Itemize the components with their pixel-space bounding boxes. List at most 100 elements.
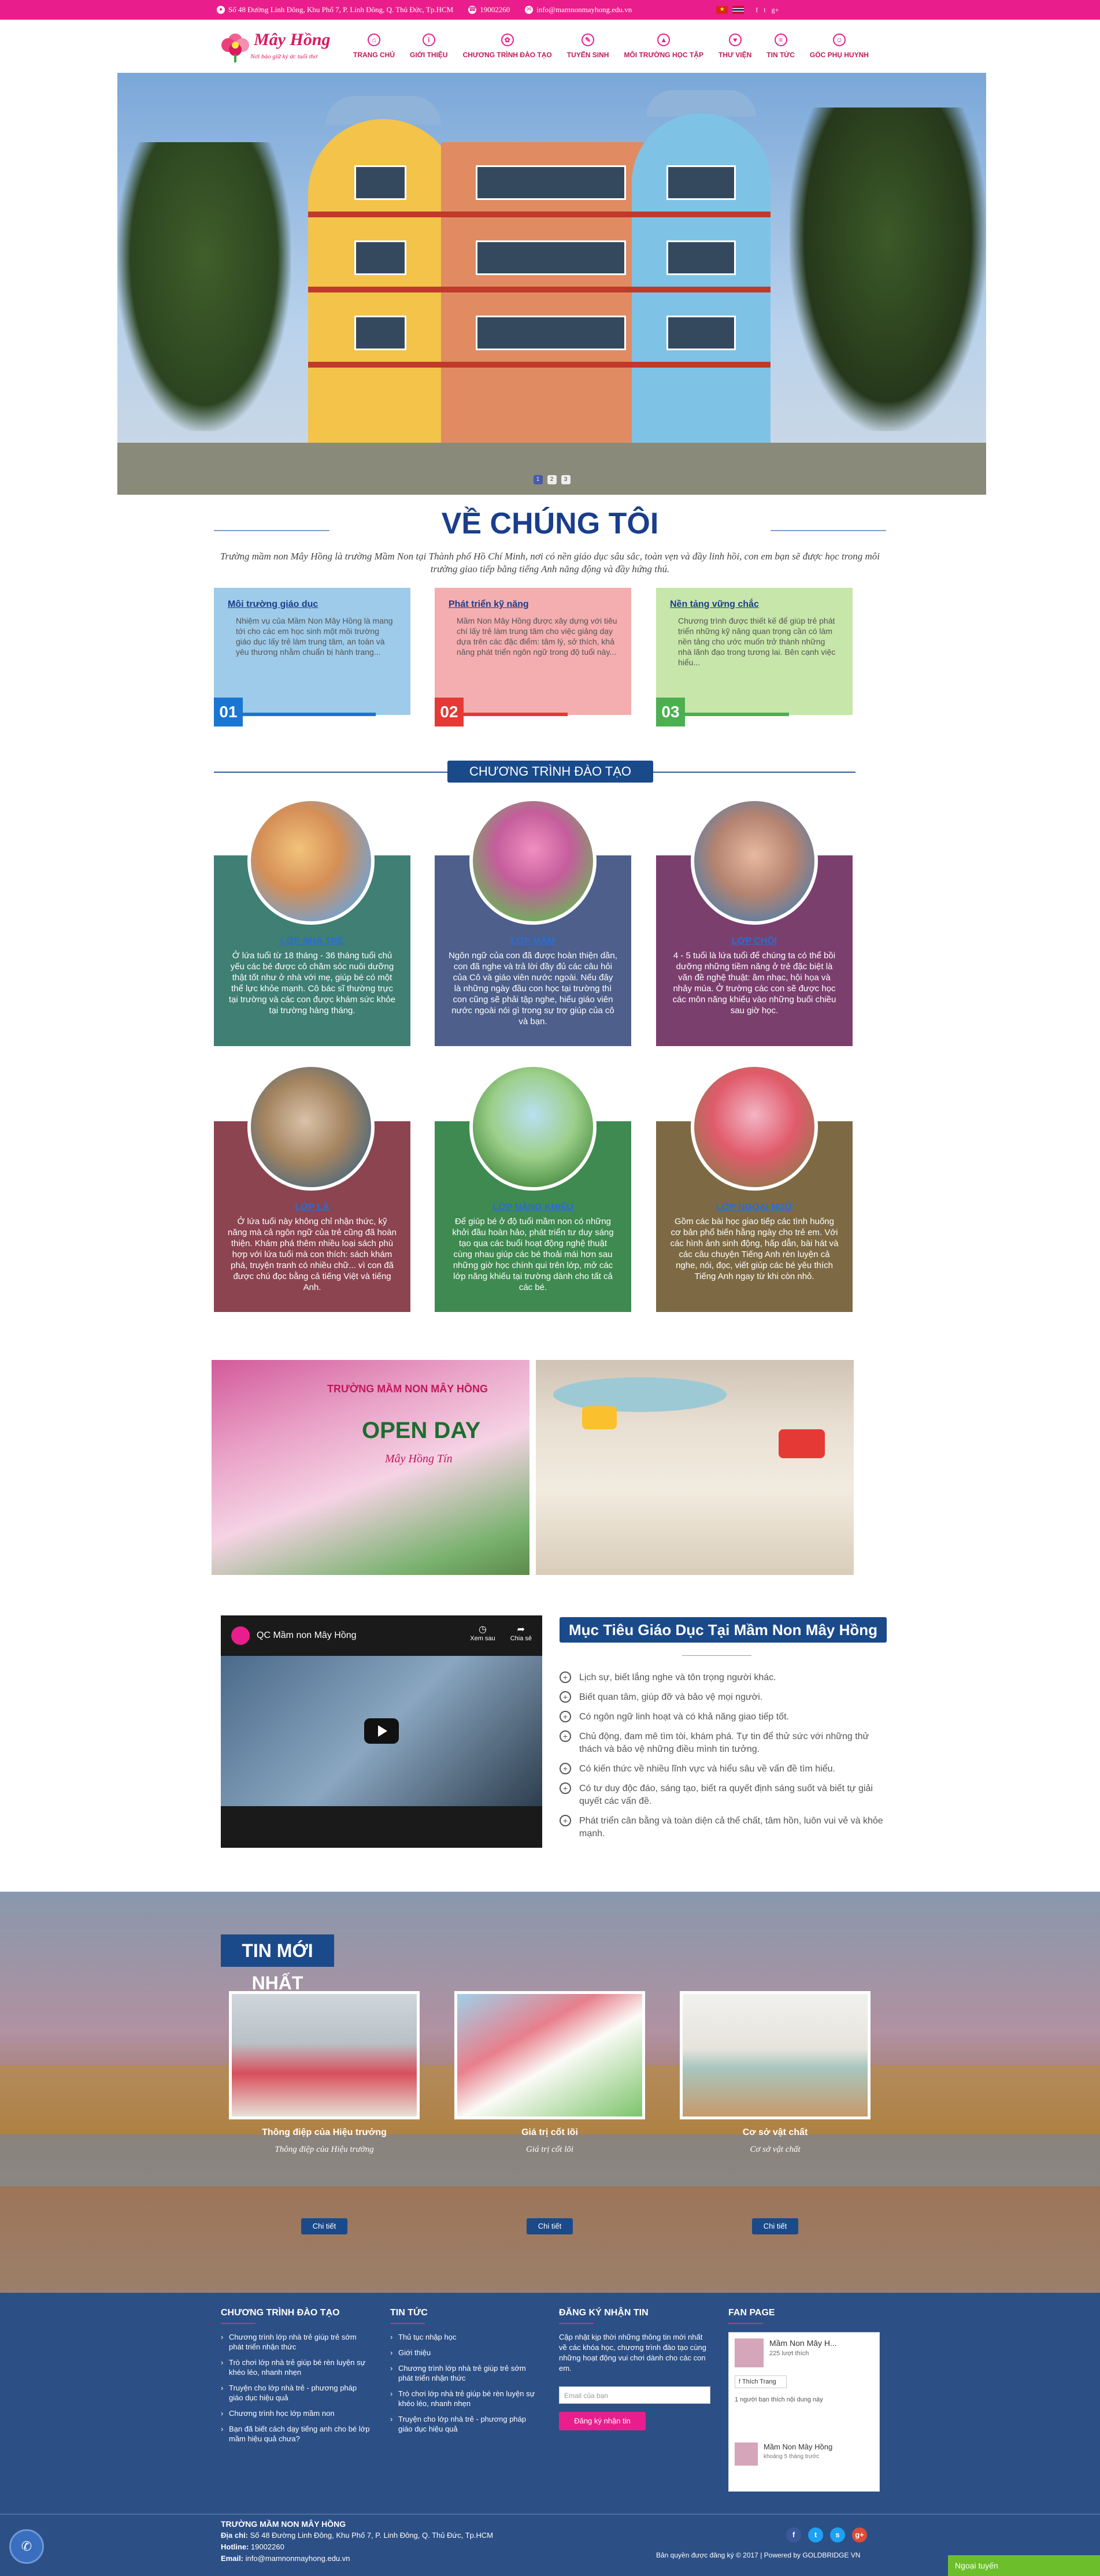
- footer-link[interactable]: Truyện cho lớp nhà trẻ - phương pháp giá…: [390, 2414, 540, 2434]
- site-logo[interactable]: Mây Hồng Nơi bảo giữ ký ức tuổi thơ: [217, 23, 341, 69]
- about-box-2[interactable]: Phát triển kỹ năng Mầm Non Mây Hồng được…: [435, 588, 631, 727]
- newsletter-email-input[interactable]: Email của bạn: [559, 2386, 710, 2404]
- parents-icon: ☺: [832, 34, 846, 46]
- play-button[interactable]: [364, 1718, 399, 1744]
- program-title[interactable]: LỚP CHỒI: [656, 936, 853, 947]
- news-card-title[interactable]: Thông điệp của Hiệu trưởng: [229, 2127, 420, 2138]
- facebook-icon[interactable]: f: [786, 2527, 801, 2542]
- channel-avatar[interactable]: [231, 1626, 250, 1645]
- chat-icon[interactable]: ✆: [9, 2529, 44, 2564]
- nav-item-parents[interactable]: ☺ GÓC PHỤ HUYNH: [802, 34, 876, 59]
- about-box-title[interactable]: Nền tảng vững chắc: [670, 599, 839, 610]
- offline-chat-bar[interactable]: Ngoại tuyến: [948, 2555, 1100, 2576]
- program-title[interactable]: LỚP NĂNG KHIẾU: [435, 1202, 631, 1213]
- news-image[interactable]: [680, 1991, 871, 2119]
- google-plus-icon[interactable]: g+: [852, 2527, 867, 2542]
- news-card-title[interactable]: Giá trị cốt lõi: [454, 2127, 645, 2138]
- footer-info: TRƯỜNG MẦM NON MÂY HỒNG Địa chỉ: Số 48 Đ…: [221, 2519, 494, 2563]
- goals-title: Mục Tiêu Giáo Dục Tại Mầm Non Mây Hồng: [560, 1617, 887, 1643]
- fb-like-button[interactable]: f Thích Trang: [735, 2375, 787, 2388]
- footer-link[interactable]: Thủ tục nhập học: [390, 2332, 540, 2342]
- about-box-number: 01: [214, 698, 243, 727]
- news-image[interactable]: [229, 1991, 420, 2119]
- program-title[interactable]: LỚP NHÀ TRẺ: [214, 936, 410, 947]
- fb-post-name[interactable]: Mầm Non Mây Hồng: [764, 2442, 832, 2451]
- news-image[interactable]: [454, 1991, 645, 2119]
- facebook-icon[interactable]: f: [755, 6, 758, 14]
- footer: CHƯƠNG TRÌNH ĐÀO TẠO Chương trình lớp nh…: [0, 2293, 1100, 2576]
- footer-heading: ĐĂNG KÝ NHẬN TIN: [559, 2308, 649, 2318]
- footer-link[interactable]: Trò chơi lớp nhà trẻ giúp bé rèn luyện s…: [390, 2389, 540, 2408]
- about-box-title[interactable]: Phát triển kỹ năng: [449, 599, 617, 610]
- nav-item-programs[interactable]: ✿ CHƯƠNG TRÌNH ĐÀO TẠO: [455, 34, 560, 59]
- news-detail-button[interactable]: Chi tiết: [527, 2218, 573, 2234]
- about-box-title[interactable]: Môi trường giáo dục: [228, 599, 397, 610]
- goal-item: + Biết quan tâm, giúp đỡ và bảo vệ mọi ng…: [560, 1691, 883, 1704]
- plus-icon: +: [560, 1711, 571, 1722]
- banner-title: TRƯỜNG MẦM NON MÂY HỒNG: [327, 1383, 488, 1395]
- footer-link[interactable]: Giới thiệu: [390, 2348, 540, 2358]
- footer-link[interactable]: Truyện cho lớp nhà trẻ - phương pháp giá…: [221, 2383, 371, 2403]
- page: ● Số 48 Đường Linh Đông, Khu Phố 7, P. Li…: [0, 0, 1100, 2576]
- news-detail-button[interactable]: Chi tiết: [301, 2218, 347, 2234]
- page-avatar[interactable]: [735, 2338, 764, 2367]
- newsletter-subscribe-button[interactable]: Đăng ký nhận tin: [559, 2412, 646, 2430]
- school-name: TRƯỜNG MẦM NON MÂY HỒNG: [221, 2519, 346, 2529]
- footer-email[interactable]: info@mamnonmayhong.edu.vn: [246, 2554, 350, 2563]
- news-card-1[interactable]: Thông điệp của Hiệu trưởng Thông điệp củ…: [229, 1991, 420, 2234]
- skype-icon[interactable]: s: [830, 2527, 845, 2542]
- footer-link[interactable]: Bạn đã biết cách dạy tiếng anh cho bé lớ…: [221, 2424, 371, 2444]
- flag-vn-icon[interactable]: ★: [716, 6, 728, 14]
- footer-link[interactable]: Chương trình lớp nhà trẻ giúp trẻ sớm ph…: [221, 2332, 371, 2352]
- news-icon: ≡: [774, 34, 787, 46]
- footer-hotline[interactable]: 19002260: [251, 2542, 284, 2551]
- slider-dot[interactable]: 3: [561, 475, 571, 484]
- program-title[interactable]: LỚP MẦM: [435, 936, 631, 947]
- twitter-icon[interactable]: t: [808, 2527, 823, 2542]
- slider-dot[interactable]: 1: [533, 475, 543, 484]
- program-title[interactable]: LỚP LÁ: [214, 1202, 410, 1213]
- news-card-3[interactable]: Cơ sở vật chất Cơ sở vật chất Chi tiết: [680, 1991, 871, 2234]
- news-detail-button[interactable]: Chi tiết: [752, 2218, 798, 2234]
- facebook-widget[interactable]: Mầm Non Mây H... 225 lượt thích f Thích …: [728, 2332, 880, 2492]
- program-text: Ngôn ngữ của con đã được hoàn thiện dần,…: [449, 951, 617, 1026]
- info-icon: i: [422, 34, 435, 46]
- goal-item: + Có kiến thức về nhiều lĩnh vực và hiểu …: [560, 1763, 883, 1776]
- topbar-phone[interactable]: ☎ 19002260: [468, 5, 510, 14]
- news-card-title[interactable]: Cơ sở vật chất: [680, 2127, 871, 2138]
- about-box-number: 03: [656, 698, 685, 727]
- program-title[interactable]: LỚP NGOẠI NGỮ: [656, 1202, 853, 1213]
- twitter-icon[interactable]: t: [764, 6, 765, 14]
- slider-dot[interactable]: 2: [547, 475, 557, 484]
- nav-item-about[interactable]: i GIỚI THIỆU: [402, 34, 455, 59]
- fb-like-count: 225 lượt thích: [769, 2350, 809, 2357]
- video-player[interactable]: QC Mầm non Mây Hồng ◷ Xem sau ➦ Chia sẻ: [221, 1615, 542, 1848]
- hero-slider[interactable]: 1 2 3: [117, 73, 986, 495]
- sandbox-photo[interactable]: [536, 1360, 854, 1575]
- share-button[interactable]: ➦ Chia sẻ: [510, 1624, 532, 1642]
- about-box-bar: [685, 713, 789, 716]
- banner-big: OPEN DAY: [362, 1418, 481, 1443]
- nav-item-home[interactable]: ⌂ TRANG CHỦ: [346, 34, 402, 59]
- about-box-3[interactable]: Nền tảng vững chắc Chương trình được thi…: [656, 588, 853, 727]
- flag-en-icon[interactable]: [732, 6, 745, 14]
- topbar-email[interactable]: ✉ info@mamnonmayhong.edu.vn: [525, 5, 632, 14]
- footer-link[interactable]: Chương trình lớp nhà trẻ giúp trẻ sớm ph…: [390, 2363, 540, 2383]
- nav-item-news[interactable]: ≡ TIN TỨC: [759, 34, 802, 59]
- footer-link[interactable]: Trò chơi lớp nhà trẻ giúp bé rèn luyện s…: [221, 2358, 371, 2377]
- video-channel-title[interactable]: QC Mầm non Mây Hồng: [257, 1630, 357, 1641]
- fb-post[interactable]: Mầm Non Mây Hồng khoảng 5 tháng trước: [735, 2442, 832, 2466]
- news-card-2[interactable]: Giá trị cốt lõi Giá trị cốt lõi Chi tiết: [454, 1991, 645, 2234]
- program-text: Để giúp bé ở độ tuổi mầm non có những kh…: [452, 1217, 614, 1292]
- google-plus-icon[interactable]: g+: [772, 6, 779, 14]
- nav-item-gallery[interactable]: ♥ THƯ VIỆN: [711, 34, 759, 59]
- footer-link[interactable]: Chương trình học lớp mầm non: [221, 2408, 371, 2418]
- about-box-number: 02: [435, 698, 464, 727]
- news-title: TIN MỚI NHẤT: [221, 1934, 334, 1993]
- open-day-photo[interactable]: TRƯỜNG MẦM NON MÂY HỒNG OPEN DAY Mây Hồn…: [212, 1360, 529, 1575]
- nav-item-environment[interactable]: ▲ MÔI TRƯỜNG HỌC TẬP: [616, 34, 711, 59]
- nav-item-admission[interactable]: ✎ TUYỂN SINH: [560, 34, 617, 59]
- about-box-1[interactable]: Môi trường giáo dục Nhiệm vụ của Mầm Non…: [214, 588, 410, 727]
- fb-page-name[interactable]: Mầm Non Mây H...: [769, 2338, 837, 2348]
- watch-later-button[interactable]: ◷ Xem sau: [470, 1624, 495, 1642]
